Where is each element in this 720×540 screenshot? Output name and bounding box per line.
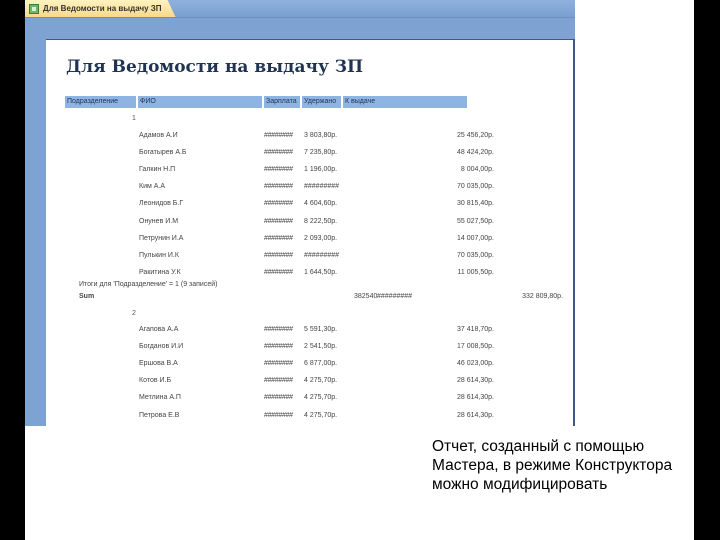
salary-cell: ######## <box>264 132 293 139</box>
salary-cell: ######## <box>264 411 293 419</box>
deducted-cell: 4 604,60р. <box>304 200 338 208</box>
employee-name: Галкин Н.П <box>139 166 176 174</box>
deducted-cell: ######### <box>304 251 340 259</box>
table-row: Ракитина У.К ######## 1 644,50р. 11 005,50р… <box>46 267 573 279</box>
employee-name: Котов И.Б <box>139 377 172 385</box>
group-header: 2 <box>132 310 136 317</box>
table-row: Петрова Е.В ######## 4 275,70р. 28 614,30р. <box>46 410 573 422</box>
deducted-cell: 3 803,80р. <box>304 132 338 139</box>
employee-name: Богданов И.И <box>139 343 184 351</box>
document-tab-bar: Для Ведомости на выдачу ЗП <box>25 0 575 18</box>
payout-cell: 28 614,30р. <box>457 377 494 385</box>
report-icon <box>29 4 39 14</box>
salary-cell: ######## <box>264 251 293 259</box>
group-totals-label: Итоги для 'Подразделение' = 1 (9 записей… <box>79 281 218 288</box>
employee-name: Метлина А.П <box>139 394 181 402</box>
column-header-name: ФИО <box>138 96 262 108</box>
employee-name: Адамов А.И <box>139 132 178 139</box>
payout-cell: 70 035,00р. <box>457 183 494 191</box>
payout-cell: 28 614,30р. <box>457 394 494 402</box>
employee-name: Агапова А.А <box>139 326 179 333</box>
table-row: Онунев И.М ######## 8 222,50р. 55 027,50р. <box>46 216 573 228</box>
table-row: Петрунин И.А ######## 2 093,00р. 14 007,00р… <box>46 233 573 245</box>
sum-payout: 332 809,80р. <box>522 293 563 300</box>
deducted-cell: 4 275,70р. <box>304 411 338 419</box>
sum-salary: 382540 <box>354 293 378 300</box>
column-header-payout: К выдаче <box>343 96 467 108</box>
table-row: Котов И.Б ######## 4 275,70р. 28 614,30р. <box>46 375 573 387</box>
employee-name: Ракитина У.К <box>139 268 181 276</box>
deducted-cell: 1 644,50р. <box>304 268 338 276</box>
payout-cell: 25 456,20р. <box>457 132 494 139</box>
salary-cell: ######## <box>264 268 293 276</box>
deducted-cell: 6 877,00р. <box>304 360 338 368</box>
report-page: Для Ведомости на выдачу ЗП Подразделение… <box>46 39 575 426</box>
group-header: 1 <box>132 115 136 122</box>
sum-deducted: ######### <box>377 293 413 300</box>
slide: Для Ведомости на выдачу ЗП Для Ведомости… <box>25 0 694 540</box>
payout-cell: 17 008,50р. <box>457 343 494 351</box>
employee-name: Петрунин И.А <box>139 234 184 242</box>
payout-cell: 70 035,00р. <box>457 251 494 259</box>
salary-cell: ######## <box>264 326 293 333</box>
table-row: Пулькин И.К ######## ######### 70 035,00р. <box>46 250 573 262</box>
table-row: Адамов А.И ######## 3 803,80р. 25 456,20р. <box>46 130 573 142</box>
report-title: Для Ведомости на выдачу ЗП <box>66 57 364 77</box>
deducted-cell: 4 275,70р. <box>304 377 338 385</box>
salary-cell: ######## <box>264 217 293 225</box>
table-row: Богатырев А.Б ######## 7 235,80р. 48 424,20… <box>46 147 573 159</box>
payout-cell: 28 614,30р. <box>457 411 494 419</box>
salary-cell: ######## <box>264 343 293 351</box>
payout-cell: 30 815,40р. <box>457 200 494 208</box>
sum-row: Sum 382540 ######### 332 809,80р. <box>46 291 573 303</box>
salary-cell: ######## <box>264 200 293 208</box>
table-row: Богданов И.И ######## 2 541,50р. 17 008,50р… <box>46 341 573 353</box>
sum-label: Sum <box>79 293 95 300</box>
deducted-cell: 5 591,30р. <box>304 326 338 333</box>
payout-cell: 37 418,70р. <box>457 326 494 333</box>
deducted-cell: ######### <box>304 183 340 191</box>
salary-cell: ######## <box>264 377 293 385</box>
payout-cell: 46 023,00р. <box>457 360 494 368</box>
table-row: Ким А.А ######## ######### 70 035,00р. <box>46 181 573 193</box>
slide-caption: Отчет, созданный с помощью Мастера, в ре… <box>432 438 673 493</box>
employee-name: Онунев И.М <box>139 217 179 225</box>
deducted-cell: 4 275,70р. <box>304 394 338 402</box>
deducted-cell: 1 196,00р. <box>304 166 338 174</box>
salary-cell: ######## <box>264 234 293 242</box>
salary-cell: ######## <box>264 360 293 368</box>
column-header-deducted: Удержано <box>302 96 341 108</box>
payout-cell: 14 007,00р. <box>457 234 494 242</box>
employee-name: Ершова В.А <box>139 360 178 368</box>
salary-cell: ######## <box>264 394 293 402</box>
payout-cell: 11 005,50р. <box>457 268 494 276</box>
deducted-cell: 8 222,50р. <box>304 217 338 225</box>
payout-cell: 8 004,00р. <box>460 166 494 174</box>
deducted-cell: 2 541,50р. <box>304 343 338 351</box>
table-row: Леонидов Б.Г ######## 4 604,60р. 30 815,40р… <box>46 198 573 210</box>
salary-cell: ######## <box>264 183 293 191</box>
column-header-department: Подразделение <box>65 96 136 108</box>
payout-cell: 55 027,50р. <box>457 217 494 225</box>
table-row: Метлина А.П ######## 4 275,70р. 28 614,30р. <box>46 392 573 404</box>
access-window: Для Ведомости на выдачу ЗП Для Ведомости… <box>25 0 575 426</box>
employee-name: Петрова Е.В <box>139 411 180 419</box>
employee-name: Богатырев А.Б <box>139 149 187 157</box>
employee-name: Ким А.А <box>139 183 166 191</box>
deducted-cell: 2 093,00р. <box>304 234 338 242</box>
report-tab[interactable]: Для Ведомости на выдачу ЗП <box>25 0 176 17</box>
employee-name: Леонидов Б.Г <box>139 200 184 208</box>
table-row: Ершова В.А ######## 6 877,00р. 46 023,00р. <box>46 358 573 370</box>
report-tab-label: Для Ведомости на выдачу ЗП <box>43 4 162 13</box>
salary-cell: ######## <box>264 149 293 157</box>
table-row: Галкин Н.П ######## 1 196,00р. 8 004,00р. <box>46 164 573 176</box>
column-header-salary: Зарплата <box>264 96 300 108</box>
deducted-cell: 7 235,80р. <box>304 149 338 157</box>
payout-cell: 48 424,20р. <box>457 149 494 157</box>
salary-cell: ######## <box>264 166 293 174</box>
table-row: Агапова А.А ######## 5 591,30р. 37 418,70р. <box>46 324 573 336</box>
employee-name: Пулькин И.К <box>139 251 179 259</box>
